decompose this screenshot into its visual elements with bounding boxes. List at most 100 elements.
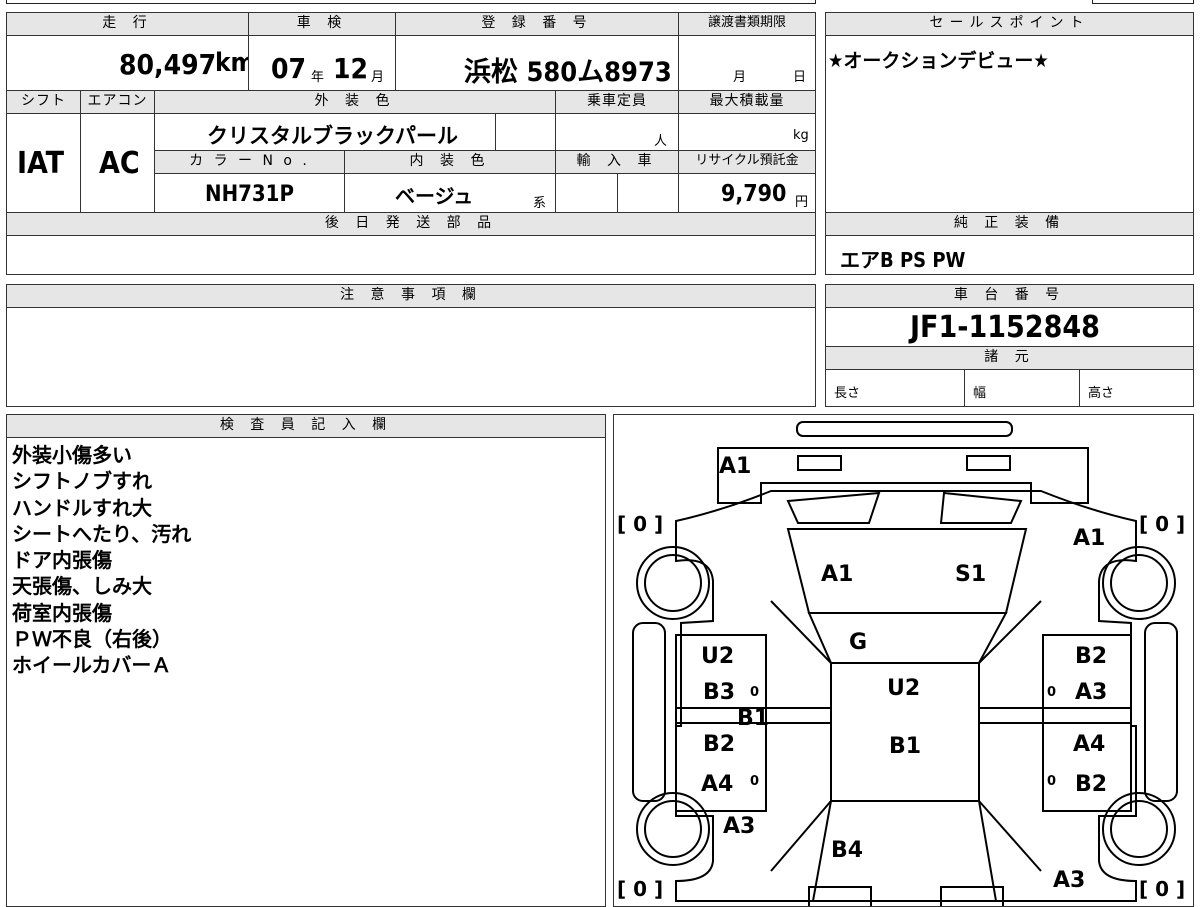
damage-mark: B2 [703,732,735,757]
spec-length: 長さ [834,386,861,401]
chassis-cell: JF1-1152848 [825,307,1194,347]
damage-mark: B2 [1075,772,1107,797]
registration-value: 浜松 580ム8973 [464,57,672,88]
interior-color-cell: ベージュ 系 [344,173,556,213]
inspection-year: 07 [271,52,307,85]
damage-mark: A1 [719,454,751,479]
shift-value: IAT [17,146,65,181]
inspector-cell: 外装小傷多い シフトノブすれ ハンドルすれ大 シートへたり、汚れ ドア内張傷 天張傷、しみ… [6,437,606,907]
load-unit: kg [793,128,809,143]
sales-point-cell: ★オークションデビュー★ [825,35,1194,213]
damage-mark: A4 [701,772,733,797]
damage-mark: A3 [723,814,755,839]
zero-mark: 0 [1047,685,1056,700]
inspector-notes-list: 外装小傷多い シフトノブすれ ハンドルすれ大 シートへたり、汚れ ドア内張傷 天張傷、しみ… [12,442,191,679]
mileage-header: 走 行 [6,12,249,36]
damage-mark: U2 [701,644,734,669]
inspector-header: 検 査 員 記 入 欄 [6,414,606,438]
inspector-note: 外装小傷多い [12,443,132,467]
mileage-value: 80,497 [119,48,217,81]
inspector-note: ホイールカバーＡ [12,653,172,678]
capacity-cell: 人 [555,113,679,151]
capacity-header: 乗車定員 [555,90,679,114]
inspector-note: 天張傷、しみ大 [12,574,152,599]
transfer-day: 日 [793,70,807,85]
damage-mark: U2 [887,676,920,701]
year-unit: 年 [311,70,325,85]
car-diagram: 0 0 0 0 [ 0 ] [ 0 ] [ 0 ] [ 0 ] A1 A1 A1 S1… [617,421,1185,906]
damage-mark: B1 [737,706,769,731]
inspector-note: ドア内張傷 [12,548,112,573]
spec-length-cell: 長さ [825,369,965,407]
recycle-cell: 9,790 円 [678,173,816,213]
inspector-note: シフトノブすれ [12,469,152,494]
interior-color-value: ベージュ [395,184,474,208]
inspector-note: シートへたり、汚れ [12,521,192,546]
damage-mark: B3 [703,680,735,705]
yen-unit: 円 [795,195,809,210]
zero-mark: 0 [750,685,759,700]
later-parts-header: 後 日 発 送 部 品 [6,212,816,236]
registration-header: 登 録 番 号 [395,12,679,36]
chassis-header: 車 台 番 号 [825,284,1194,308]
spec-width: 幅 [973,386,987,401]
recycle-fee: 9,790 [721,181,787,207]
spec-height: 高さ [1088,386,1115,401]
inspection-header: 車 検 [248,12,396,36]
later-parts-cell [6,235,816,275]
max-load-header: 最大積載量 [678,90,816,114]
color-no-cell: NH731P [154,173,345,213]
specs-header: 諸 元 [825,346,1194,370]
notes-header: 注 意 事 項 欄 [6,284,816,308]
inspector-note: ＰＷ不良（右後） [12,627,172,652]
tire-bracket-fr: [ 0 ] [1139,512,1185,536]
spec-height-cell: 高さ [1079,369,1194,407]
sales-point-header: セールスポイント [825,12,1194,36]
interior-color-header: 内 装 色 [344,150,556,174]
notes-cell [6,307,816,407]
damage-mark: B2 [1075,644,1107,669]
chassis-value: JF1-1152848 [910,310,1100,345]
transfer-month: 月 [733,70,747,85]
recycle-header: リサイクル預託金 [678,150,816,174]
month-unit: 月 [371,70,385,85]
genuine-equipment-cell: エアB PS PW [825,235,1194,275]
shift-header: シフト [6,90,81,114]
sales-point-value: ★オークションデビュー★ [828,50,1049,72]
inspection-month: 12 [333,52,369,85]
exterior-color-extra [495,113,556,151]
import-cell-b [617,173,679,213]
zero-mark: 0 [750,774,759,789]
exterior-color-header: 外 装 色 [154,90,556,114]
aircon-value: AC [99,146,140,181]
damage-diagram: 0 0 0 0 [ 0 ] [ 0 ] [ 0 ] [ 0 ] A1 A1 A1 S1… [613,414,1194,907]
spec-width-cell: 幅 [964,369,1080,407]
color-no-value: NH731P [205,182,294,207]
exterior-color-value: クリスタルブラックパール [207,124,458,148]
damage-mark: A4 [1073,732,1105,757]
registration-cell: 浜松 580ム8973 [395,35,679,91]
genuine-equipment-value: エアB PS PW [840,248,966,272]
top-strip [6,0,816,4]
aircon-header: エアコン [80,90,155,114]
inspection-cell: 07 年 12 月 [248,35,396,91]
mileage-unit: km [215,48,248,78]
damage-mark: S1 [955,562,986,587]
damage-mark: B4 [831,838,863,863]
damage-mark: B1 [889,734,921,759]
aircon-cell: AC [80,113,155,213]
damage-mark: G [849,630,867,655]
tire-bracket-fl: [ 0 ] [617,512,663,536]
damage-mark: A3 [1075,680,1107,705]
import-header: 輸 入 車 [555,150,679,174]
mileage-cell: 80,497 km [6,35,249,91]
genuine-equipment-header: 純 正 装 備 [825,212,1194,236]
import-cell-a [555,173,618,213]
color-no-header: カ ラ ー N o . [154,150,345,174]
damage-mark: A3 [1053,868,1085,893]
inspector-note: ハンドルすれ大 [12,495,152,520]
shift-cell: IAT [6,113,81,213]
max-load-cell: kg [678,113,816,151]
interior-suffix: 系 [533,196,547,211]
damage-mark: A1 [821,562,853,587]
